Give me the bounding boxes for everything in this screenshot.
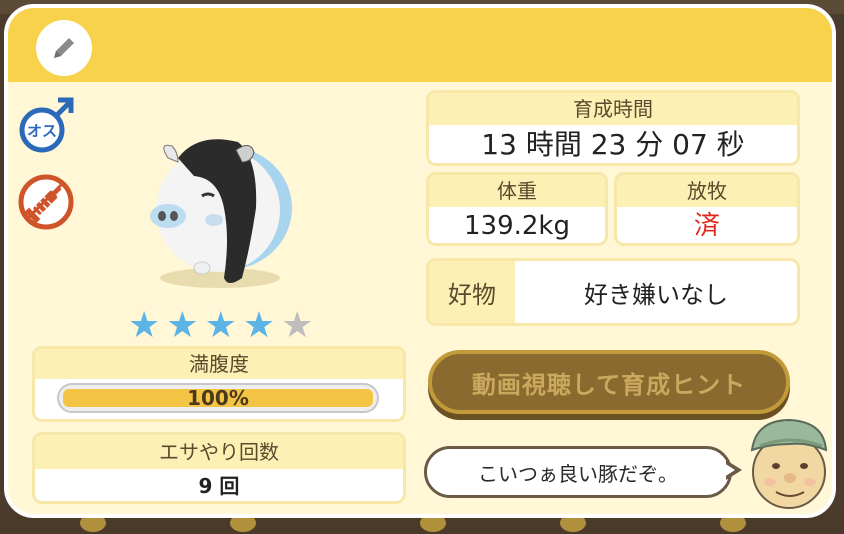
star-icon: ★ xyxy=(281,305,314,346)
speech-tail-inner xyxy=(724,463,735,477)
gender-label: オス xyxy=(27,122,57,140)
weight-value: 139.2kg xyxy=(464,211,570,241)
star-icon: ★ xyxy=(204,305,237,346)
star-icon: ★ xyxy=(128,305,161,346)
growth-time-label: 育成時間 xyxy=(429,93,797,125)
preference-label: 好物 xyxy=(429,261,515,323)
male-icon: オス xyxy=(19,97,74,153)
farmer-avatar xyxy=(750,418,828,509)
pencil-icon xyxy=(54,38,74,58)
preference-value: 好き嫌いなし xyxy=(584,280,728,309)
video-hint-button[interactable]: 動画視聴して育成ヒント xyxy=(428,350,790,414)
star-icon: ★ xyxy=(242,305,276,346)
npc-speech-text: こいつぁ良い豚だぞ。 xyxy=(478,461,678,486)
fullness-value: 100% xyxy=(187,386,249,410)
fullness-label: 満腹度 xyxy=(35,349,403,379)
syringe-icon xyxy=(18,174,74,230)
fullness-bar: 100% xyxy=(57,383,379,413)
panel-header xyxy=(8,8,832,82)
preference-card: 好物 好き嫌いなし xyxy=(426,258,800,326)
grazing-card: 放牧 済 xyxy=(614,172,800,246)
fullness-card: 満腹度 100% xyxy=(32,346,406,422)
feed-count-value: 9 回 xyxy=(198,474,240,498)
pig-character xyxy=(150,139,292,288)
grazing-label: 放牧 xyxy=(617,175,797,207)
growth-time-value: 13 時間 23 分 07 秒 xyxy=(481,128,745,161)
weight-card: 体重 139.2kg xyxy=(426,172,608,246)
video-hint-button-label: 動画視聴して育成ヒント xyxy=(471,370,747,399)
npc-speech-bubble: こいつぁ良い豚だぞ。 xyxy=(424,446,732,498)
growth-time-card: 育成時間 13 時間 23 分 07 秒 xyxy=(426,90,800,166)
grazing-value: 済 xyxy=(693,211,720,241)
star-icon: ★ xyxy=(166,305,199,346)
edit-name-button[interactable] xyxy=(36,20,92,76)
feed-count-label: エサやり回数 xyxy=(35,435,403,469)
feed-count-card: エサやり回数 9 回 xyxy=(32,432,406,504)
pig-status-panel: オス ★ ★ ★ ★ ★ 満腹度 100% エサやり回数 9 回 育成時間 13… xyxy=(4,4,836,518)
rating-stars: ★ ★ ★ ★ ★ xyxy=(128,308,313,344)
weight-label: 体重 xyxy=(429,175,605,207)
